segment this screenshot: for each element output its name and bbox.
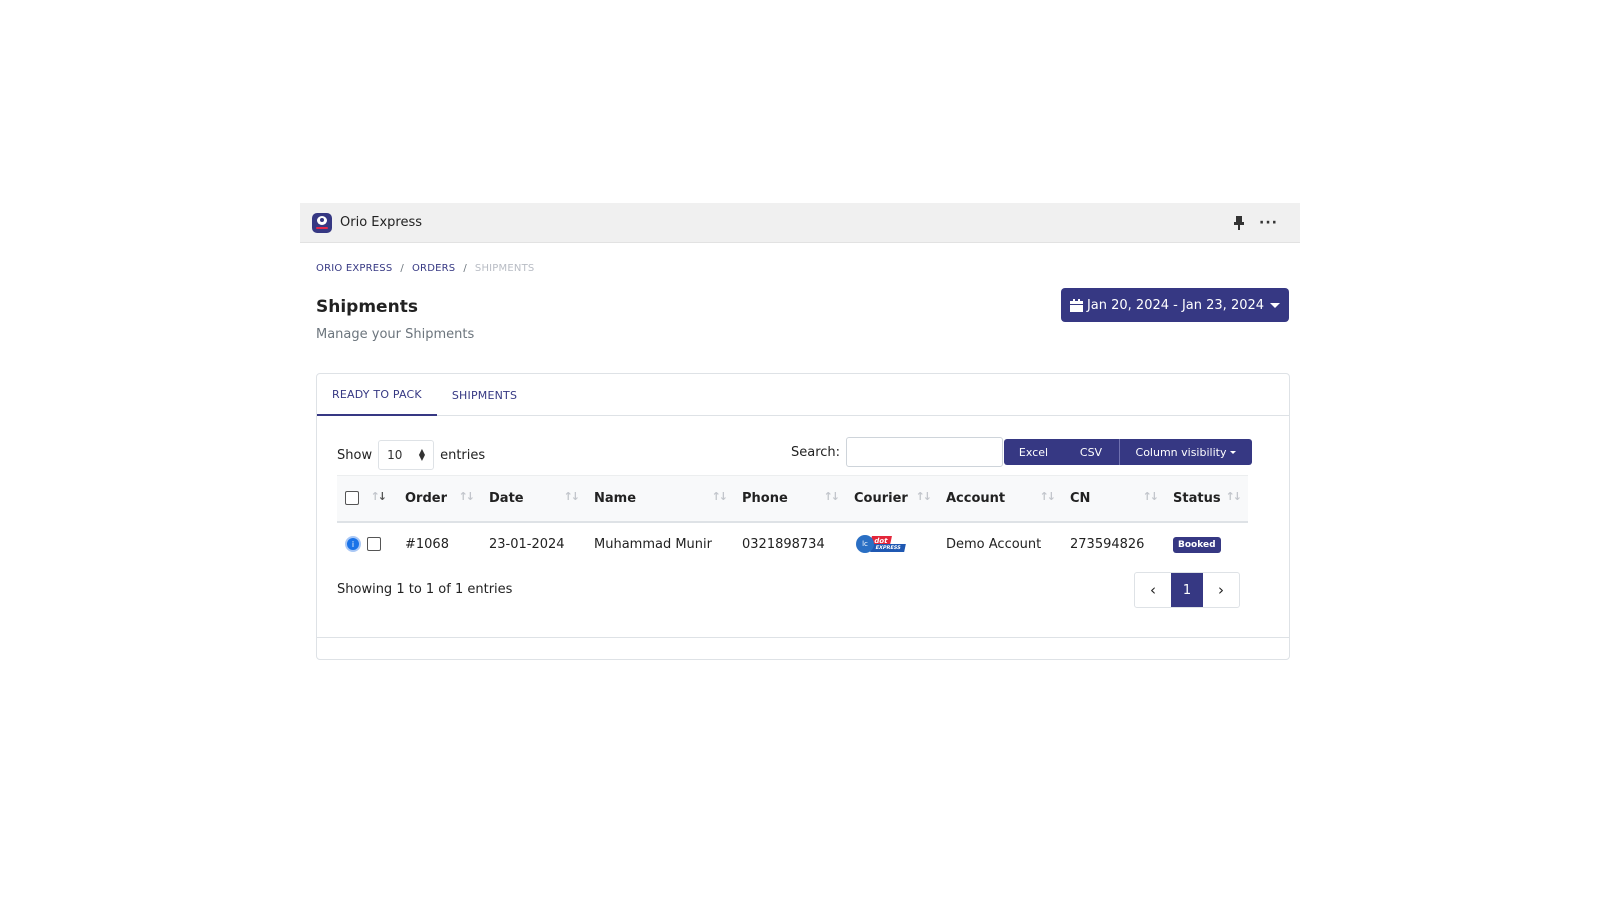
search-label: Search: <box>791 444 841 460</box>
sort-icon[interactable]: ↑↓ <box>564 490 581 503</box>
breadcrumb-shipments: SHIPMENTS <box>474 263 535 274</box>
tab-ready-to-pack[interactable]: READY TO PACK <box>317 374 437 416</box>
sort-icon[interactable]: ↑↓ <box>371 490 388 503</box>
date-range-label: Jan 20, 2024 - Jan 23, 2024 <box>1086 297 1265 313</box>
page-subtitle: Manage your Shipments <box>316 327 475 342</box>
sort-icon[interactable]: ↑↓ <box>1143 490 1160 503</box>
orio-express-logo-icon <box>312 212 332 233</box>
page-button-1[interactable]: 1 <box>1171 573 1203 607</box>
tab-bar: READY TO PACK SHIPMENTS <box>317 374 1289 416</box>
table-info: Showing 1 to 1 of 1 entries <box>337 582 513 597</box>
entries-label: entries <box>440 447 486 463</box>
breadcrumb-orders[interactable]: ORDERS <box>412 263 455 274</box>
shipments-card: READY TO PACK SHIPMENTS Show 10 ▲ ▼ entri… <box>316 373 1290 660</box>
column-header-name[interactable]: Name ↑↓ <box>586 475 734 523</box>
more-options-icon[interactable]: ··· <box>1259 216 1278 230</box>
column-visibility-label: Column visibility <box>1135 445 1227 459</box>
page-title: Shipments <box>316 297 418 317</box>
next-page-button[interactable]: › <box>1203 573 1239 607</box>
page-length-select[interactable]: 10 ▲ ▼ <box>378 440 435 470</box>
column-header-cn[interactable]: CN ↑↓ <box>1062 475 1165 523</box>
show-label: Show <box>337 447 373 463</box>
account-cell: Demo Account <box>946 536 1042 552</box>
search-input[interactable] <box>846 437 1004 467</box>
column-header-account[interactable]: Account ↑↓ <box>938 475 1062 523</box>
column-header-phone[interactable]: Phone ↑↓ <box>734 475 846 523</box>
sort-icon[interactable]: ↑↓ <box>824 490 841 503</box>
cn-cell: 273594826 <box>1070 536 1145 552</box>
caret-down-icon <box>1270 302 1281 308</box>
column-header-courier[interactable]: Courier ↑↓ <box>846 475 938 523</box>
previous-page-button[interactable]: ‹ <box>1135 573 1171 607</box>
column-header-order[interactable]: Order ↑↓ <box>397 475 481 523</box>
pin-icon[interactable] <box>1233 216 1245 230</box>
column-header-status[interactable]: Status ↑↓ <box>1165 475 1248 523</box>
row-checkbox[interactable] <box>367 537 381 551</box>
tab-shipments[interactable]: SHIPMENTS <box>437 374 532 416</box>
column-header-date[interactable]: Date ↑↓ <box>481 475 586 523</box>
sort-icon[interactable]: ↑↓ <box>916 490 933 503</box>
table-header-row: ↑↓ Order ↑↓ Date ↑↓ Name ↑↓ Phone ↑↓ Courier… <box>337 475 1248 523</box>
sort-icon[interactable]: ↑↓ <box>712 490 729 503</box>
status-badge: Booked <box>1173 536 1221 553</box>
breadcrumb-separator: / <box>463 263 467 274</box>
sort-icon[interactable]: ↑↓ <box>459 490 476 503</box>
select-all-checkbox[interactable] <box>345 491 359 506</box>
title-bar: Orio Express ··· <box>300 203 1300 243</box>
pagination: ‹ 1 › <box>1134 572 1240 608</box>
courier-logo-icon: dot EXPRESS lc <box>854 532 908 556</box>
shipments-table: ↑↓ Order ↑↓ Date ↑↓ Name ↑↓ Phone ↑↓ Courier… <box>337 475 1248 566</box>
csv-button[interactable]: CSV <box>1063 439 1120 465</box>
card-divider <box>317 637 1289 638</box>
table-row: i #1068 23-01-2024 Muhammad Munir 032189… <box>337 522 1248 566</box>
courier-cell: dot EXPRESS lc <box>846 522 938 566</box>
row-select-cell: i <box>337 522 397 566</box>
page-length-value: 10 <box>387 448 403 462</box>
sort-icon[interactable]: ↑↓ <box>1040 490 1057 503</box>
phone-cell: 0321898734 <box>742 536 825 552</box>
order-cell: #1068 <box>405 536 449 552</box>
breadcrumb-orio-express[interactable]: ORIO EXPRESS <box>316 263 392 274</box>
name-cell: Muhammad Munir <box>594 536 712 552</box>
sort-icon[interactable]: ↑↓ <box>1226 490 1243 503</box>
excel-button[interactable]: Excel <box>1004 439 1063 465</box>
select-arrows-icon: ▲ ▼ <box>418 447 426 462</box>
row-details-icon[interactable]: i <box>345 536 361 552</box>
caret-down-icon <box>1230 450 1237 454</box>
column-visibility-button[interactable]: Column visibility <box>1120 439 1252 465</box>
search-control: Search: <box>791 437 1004 467</box>
status-cell: Booked <box>1165 522 1248 566</box>
breadcrumb-separator: / <box>400 263 404 274</box>
column-header-select[interactable]: ↑↓ <box>337 475 397 523</box>
page-length-control: Show 10 ▲ ▼ entries <box>337 440 485 470</box>
date-cell: 23-01-2024 <box>489 536 565 552</box>
calendar-icon <box>1069 298 1083 312</box>
breadcrumb: ORIO EXPRESS / ORDERS / SHIPMENTS <box>316 263 534 274</box>
date-range-button[interactable]: Jan 20, 2024 - Jan 23, 2024 <box>1061 288 1289 322</box>
export-buttons: Excel CSV Column visibility <box>1004 439 1252 465</box>
app-title: Orio Express <box>340 215 423 230</box>
app-window: Orio Express ··· ORIO EXPRESS / ORDERS /… <box>300 203 1300 663</box>
